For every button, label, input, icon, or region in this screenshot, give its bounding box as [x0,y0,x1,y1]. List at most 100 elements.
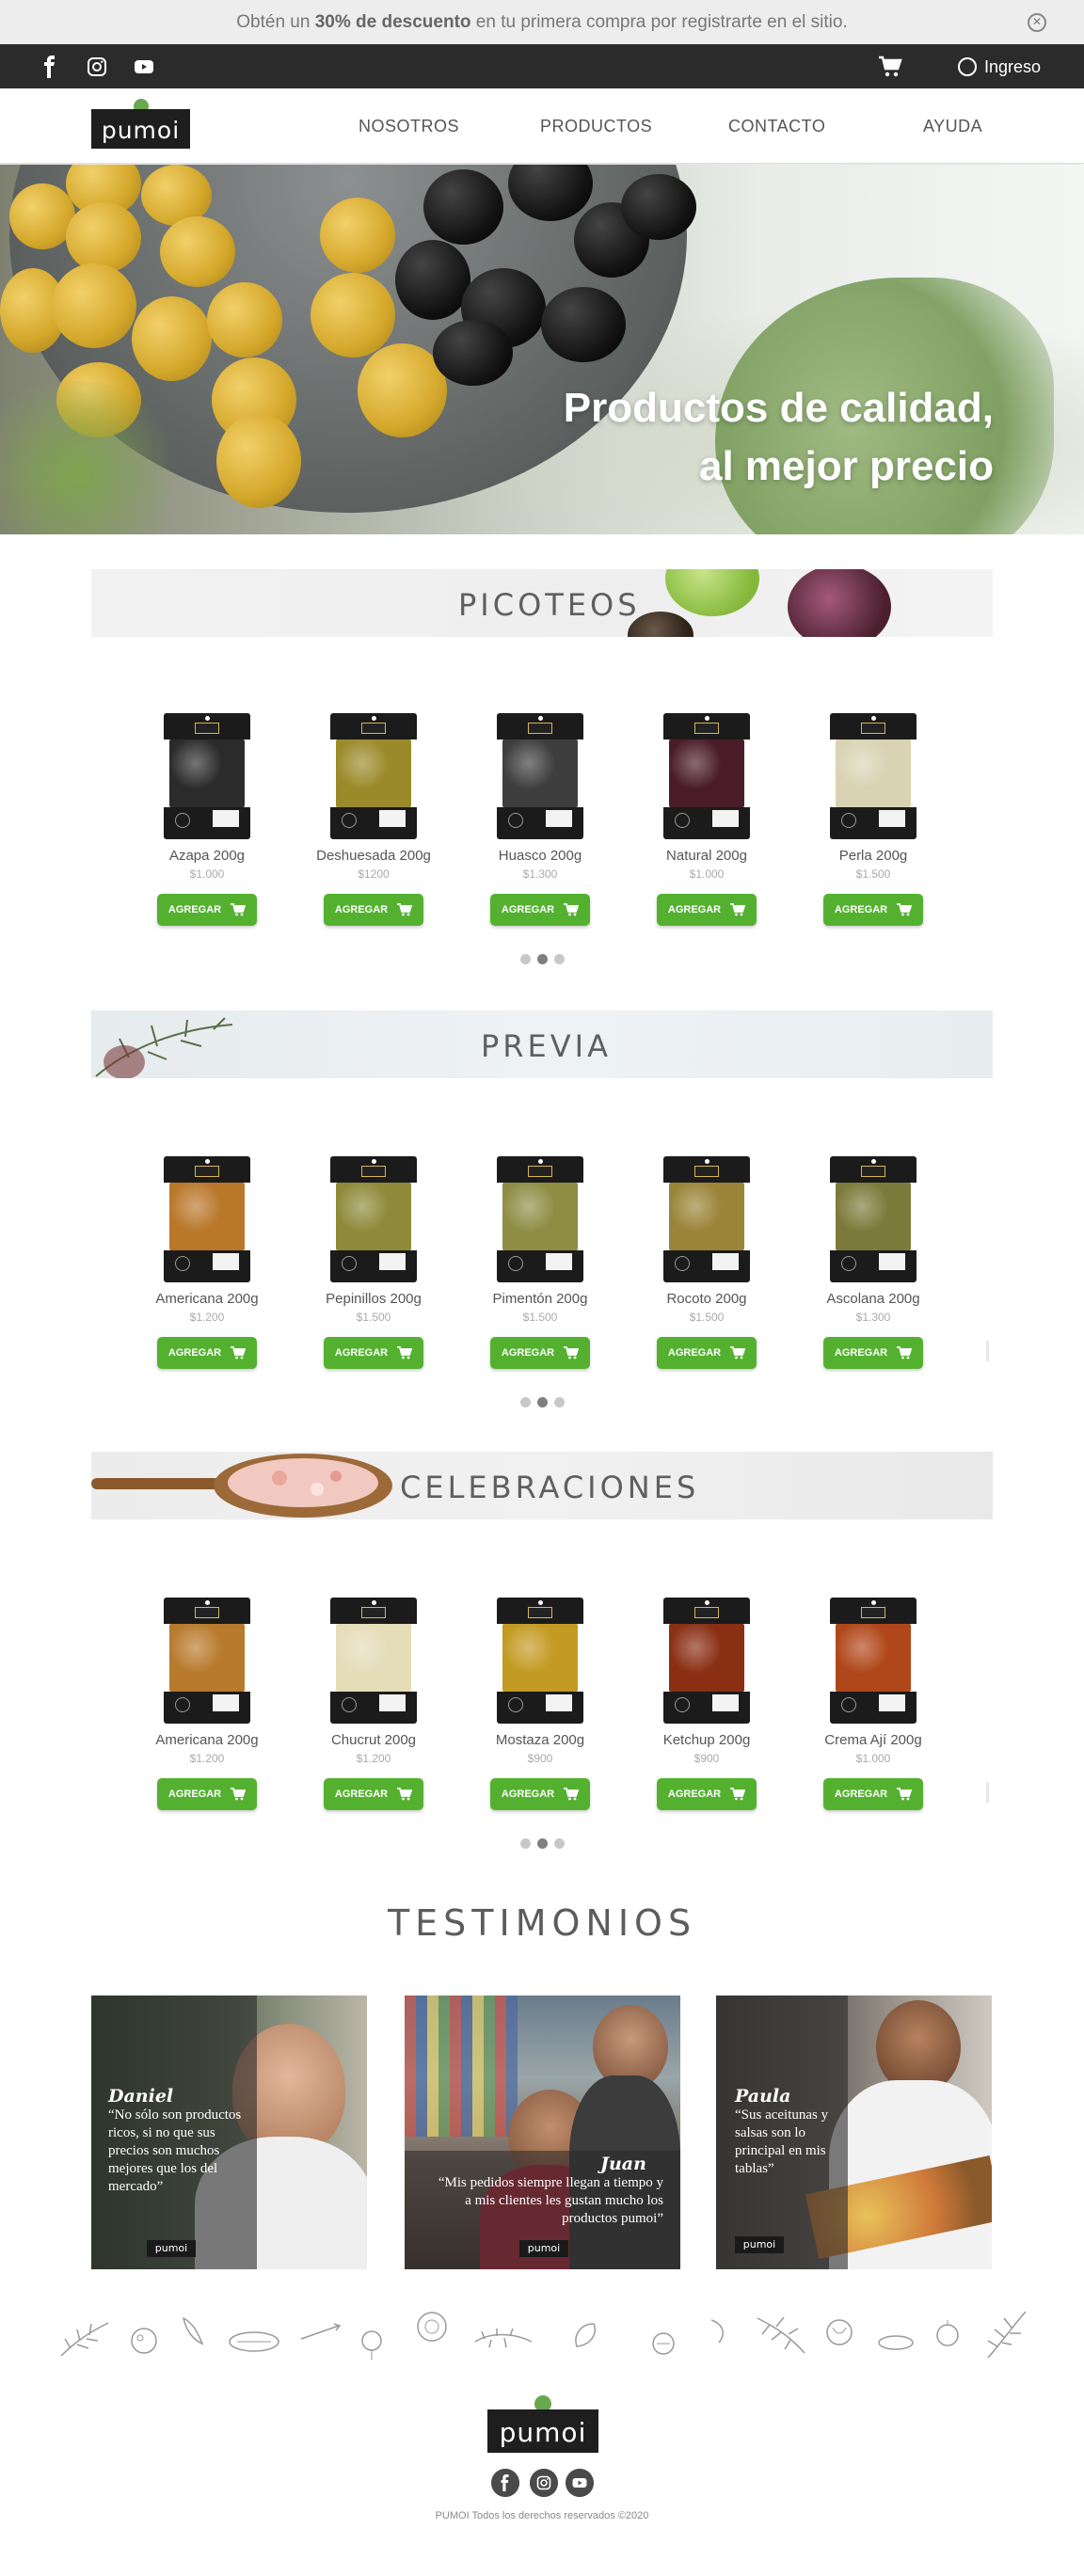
carousel-dot-active[interactable] [537,1838,548,1849]
carousel-dot[interactable] [520,1397,531,1407]
product-image[interactable] [164,1156,250,1282]
add-to-cart-button[interactable]: AGREGAR [657,894,757,926]
product-image[interactable] [497,713,583,839]
product-image[interactable] [164,713,250,839]
product-card: Pimentón 200g $1.500 AGREGAR [470,1156,611,1369]
product-window [836,1624,911,1692]
product-image[interactable] [330,1598,417,1724]
testimonial-name: Daniel [108,2086,174,2107]
add-button-label: AGREGAR [501,1789,555,1800]
product-card: Deshuesada 200g $1200 AGREGAR [303,713,444,926]
product-price: $1.200 [189,1311,225,1324]
product-window [502,1183,578,1250]
carousel-dot[interactable] [520,954,531,964]
testimonial-quote: “Mis pedidos siempre llegan a tiempo y a… [438,2175,663,2226]
product-image[interactable] [830,1598,917,1724]
product-card: Chucrut 200g $1.200 AGREGAR [303,1598,444,1810]
login-link[interactable]: Ingreso [958,55,1041,79]
login-label: Ingreso [984,56,1042,76]
product-window [669,739,744,807]
carousel-dot[interactable] [554,1397,565,1407]
instagram-icon[interactable] [86,56,108,78]
carousel-dots-previa[interactable] [520,1397,565,1407]
youtube-icon[interactable] [566,2469,594,2497]
pumoi-logo[interactable]: pumoi [91,96,190,156]
carousel-dot[interactable] [554,1838,565,1849]
add-to-cart-button[interactable]: AGREGAR [490,894,590,926]
product-card: Pepinillos 200g $1.500 AGREGAR [303,1156,444,1369]
product-window [669,1624,744,1692]
instagram-icon[interactable] [530,2469,558,2497]
carousel-dot-active[interactable] [537,1397,548,1407]
carousel-dots-picoteos[interactable] [520,954,565,964]
nav-link-nosotros[interactable]: NOSOTROS [359,117,459,136]
add-to-cart-button[interactable]: AGREGAR [823,894,923,926]
youtube-icon[interactable] [133,56,155,78]
product-image[interactable] [330,713,417,839]
carousel-dots-celebraciones[interactable] [520,1838,565,1849]
testimonials-title: TESTIMONIOS [387,1902,697,1944]
section-title-previa: PREVIA [481,1028,612,1064]
add-to-cart-button[interactable]: AGREGAR [823,1778,923,1810]
add-to-cart-button[interactable]: AGREGAR [324,1778,423,1810]
facebook-icon[interactable] [39,56,61,78]
product-window [836,739,911,807]
product-window [836,1183,911,1250]
add-to-cart-button[interactable]: AGREGAR [823,1337,923,1369]
product-image[interactable] [663,1598,750,1724]
add-to-cart-button[interactable]: AGREGAR [490,1778,590,1810]
product-name: Americana 200g [155,1291,259,1307]
cart-icon[interactable] [878,56,902,78]
add-to-cart-button[interactable]: AGREGAR [157,894,257,926]
product-name: Pimentón 200g [492,1291,588,1307]
add-to-cart-button[interactable]: AGREGAR [324,1337,423,1369]
facebook-icon[interactable] [491,2469,519,2497]
spoon-decoration [91,1454,392,1518]
product-card: Mostaza 200g $900 AGREGAR [470,1598,611,1810]
testimonial-card-daniel: Daniel “No sólo son productos ricos, si … [91,1996,367,2269]
product-card: Rocoto 200g $1.500 AGREGAR [636,1156,777,1369]
add-to-cart-button[interactable]: AGREGAR [157,1778,257,1810]
add-button-label: AGREGAR [167,904,222,915]
product-image[interactable] [830,1156,917,1282]
add-to-cart-button[interactable]: AGREGAR [157,1337,257,1369]
carousel-dot[interactable] [520,1838,531,1849]
product-name: Huasco 200g [498,848,582,864]
cart-icon [231,903,247,916]
nav-link-productos[interactable]: PRODUCTOS [540,117,652,136]
section-title-celebraciones: CELEBRACIONES [400,1470,700,1505]
add-to-cart-button[interactable]: AGREGAR [324,894,423,926]
product-price: $1.300 [855,1311,891,1324]
add-button-label: AGREGAR [834,1789,888,1800]
product-card: Ascolana 200g $1.300 AGREGAR [803,1156,944,1369]
product-card: Perla 200g $1.500 AGREGAR [803,713,944,926]
product-image[interactable] [497,1598,583,1724]
product-image[interactable] [497,1156,583,1282]
add-to-cart-button[interactable]: AGREGAR [490,1337,590,1369]
nav-link-contacto[interactable]: CONTACTO [728,117,825,136]
add-to-cart-button[interactable]: AGREGAR [657,1778,757,1810]
product-window [502,739,578,807]
product-window [169,1624,245,1692]
cart-icon [231,1346,247,1360]
copyright-text: PUMOI Todos los derechos reservados ©202… [435,2510,649,2521]
footer-logo[interactable]: pumoi [487,2393,598,2458]
nav-link-ayuda[interactable]: AYUDA [923,117,982,136]
carousel-dot-active[interactable] [537,954,548,964]
product-price: $1.500 [522,1311,558,1324]
product-price: $1.000 [855,1752,891,1765]
add-to-cart-button[interactable]: AGREGAR [657,1337,757,1369]
product-image[interactable] [164,1598,250,1724]
main-navbar: pumoi NOSOTROS PRODUCTOS CONTACTO AYUDA [0,88,1084,164]
product-price: $1.000 [689,867,725,881]
product-name: Natural 200g [666,848,747,864]
carousel-dot[interactable] [554,954,565,964]
cart-icon [897,1788,913,1801]
testimonial-name: Juan [600,2154,646,2174]
product-image[interactable] [663,1156,750,1282]
product-image[interactable] [663,713,750,839]
product-image[interactable] [830,713,917,839]
product-image[interactable] [330,1156,417,1282]
close-icon[interactable]: ✕ [1028,13,1046,32]
product-name: Deshuesada 200g [316,848,431,864]
